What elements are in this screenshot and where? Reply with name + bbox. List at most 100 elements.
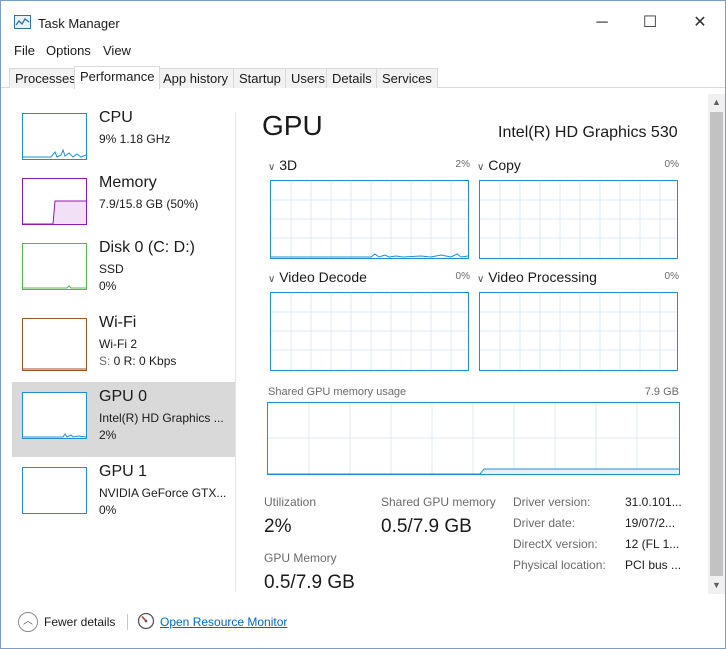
sidebar-item-detail: 7.9/15.8 GB (50%) (99, 197, 199, 211)
sidebar-item-detail: SSD (99, 262, 124, 276)
sidebar-item-throughput: S: 0 R: 0 Kbps (99, 354, 176, 368)
graph-video-decode-label[interactable]: ∨ Video Decode (268, 269, 367, 285)
tab-users[interactable]: Users (285, 68, 331, 88)
menu-bar: File Options View (1, 41, 725, 61)
driver-version-value: 31.0.101... (625, 495, 682, 509)
menu-view[interactable]: View (103, 43, 131, 58)
graph-3d (270, 180, 469, 259)
graph-copy-label[interactable]: ∨ Copy (477, 157, 521, 173)
graph-engine-name: Copy (488, 157, 521, 173)
window-title: Task Manager (38, 16, 120, 31)
title-bar: Task Manager ─ ☐ ✕ (1, 1, 725, 41)
graph-video-decode-percent: 0% (455, 271, 470, 282)
wifi-thumbnail-graph (22, 318, 87, 371)
sidebar-item-gpu-0[interactable]: GPU 0 Intel(R) HD Graphics ... 2% (12, 382, 236, 457)
utilization-value: 2% (264, 516, 292, 537)
scroll-down-arrow-icon[interactable]: ▼ (708, 577, 725, 594)
tab-strip: Processes Performance App history Startu… (9, 66, 725, 89)
footer-divider (127, 614, 128, 630)
sidebar-item-memory[interactable]: Memory 7.9/15.8 GB (50%) (12, 168, 236, 243)
graph-video-decode-plot (271, 293, 468, 370)
task-manager-icon (14, 15, 31, 29)
sidebar-item-usage: 0% (99, 279, 117, 293)
shared-memory-graph-label: Shared GPU memory usage (268, 386, 407, 398)
sidebar-item-wifi[interactable]: Wi-Fi Wi-Fi 2 S: 0 R: 0 Kbps (12, 308, 236, 383)
physical-location-label: Physical location: (513, 558, 606, 572)
maximize-button[interactable]: ☐ (627, 9, 673, 37)
graph-video-processing (479, 292, 678, 371)
tab-performance[interactable]: Performance (74, 66, 161, 89)
throughput-values: 0 R: 0 Kbps (113, 354, 177, 368)
sidebar-item-title: GPU 0 (99, 388, 148, 405)
chevron-down-icon: ∨ (477, 274, 485, 285)
memory-thumbnail-graph (22, 178, 87, 225)
graph-video-processing-plot (480, 293, 677, 370)
sidebar-item-title: CPU (99, 109, 133, 126)
driver-version-label: Driver version: (513, 495, 591, 509)
sidebar-item-disk[interactable]: Disk 0 (C: D:) SSD 0% (12, 233, 236, 308)
shared-memory-label: Shared GPU memory (381, 495, 496, 509)
sidebar-item-usage: 2% (99, 428, 117, 442)
driver-date-value: 19/07/2... (625, 516, 676, 530)
close-button[interactable]: ✕ (677, 9, 723, 37)
open-resource-monitor-link[interactable]: Open Resource Monitor (160, 615, 287, 629)
sidebar-item-detail: NVIDIA GeForce GTX... (99, 486, 227, 500)
graph-3d-label[interactable]: ∨ 3D (268, 157, 297, 173)
graph-copy-plot (480, 181, 677, 258)
graph-3d-plot (271, 181, 468, 258)
shared-memory-plot (268, 403, 679, 474)
sidebar-item-detail: Intel(R) HD Graphics ... (99, 411, 224, 425)
shared-memory-graph-max: 7.9 GB (644, 386, 679, 398)
gpu-device-name: Intel(R) HD Graphics 530 (498, 124, 678, 141)
sidebar-item-detail: Wi-Fi 2 (99, 337, 137, 351)
tab-startup[interactable]: Startup (233, 68, 287, 88)
graph-video-processing-label[interactable]: ∨ Video Processing (477, 269, 597, 285)
shared-memory-value: 0.5/7.9 GB (381, 516, 472, 537)
sidebar-item-title: Wi-Fi (99, 314, 137, 331)
shared-memory-graph (267, 402, 680, 475)
scrollbar-thumb[interactable] (710, 112, 723, 576)
chevron-down-icon: ∨ (477, 162, 485, 173)
graph-engine-name: 3D (279, 157, 298, 173)
chevron-up-icon[interactable]: ︿ (18, 612, 38, 632)
directx-version-label: DirectX version: (513, 537, 598, 551)
menu-file[interactable]: File (14, 43, 35, 58)
sidebar-item-cpu[interactable]: CPU 9% 1.18 GHz (12, 103, 236, 178)
chevron-down-icon: ∨ (268, 162, 276, 173)
gpu0-thumbnail-graph (22, 392, 87, 439)
graph-engine-name: Video Decode (279, 269, 367, 285)
minimize-button[interactable]: ─ (579, 9, 625, 37)
gpu1-thumbnail-graph (22, 467, 87, 514)
vertical-scrollbar[interactable]: ▲ ▼ (708, 94, 725, 594)
sidebar-item-gpu-1[interactable]: GPU 1 NVIDIA GeForce GTX... 0% (12, 457, 236, 532)
tab-details[interactable]: Details (326, 68, 378, 88)
scroll-up-arrow-icon[interactable]: ▲ (708, 94, 725, 111)
graph-video-decode (270, 292, 469, 371)
graph-copy (479, 180, 678, 259)
chevron-down-icon: ∨ (268, 274, 276, 285)
send-label: S: (99, 354, 114, 368)
menu-options[interactable]: Options (46, 43, 91, 58)
tab-app-history[interactable]: App history (157, 68, 235, 88)
utilization-label: Utilization (264, 495, 317, 509)
task-manager-window: Task Manager ─ ☐ ✕ File Options View Pro… (0, 0, 726, 649)
graph-3d-percent: 2% (455, 159, 470, 170)
sidebar-item-title: GPU 1 (99, 463, 148, 480)
tab-processes[interactable]: Processes (9, 68, 82, 88)
driver-date-label: Driver date: (513, 516, 576, 530)
fewer-details-button[interactable]: Fewer details (44, 615, 115, 629)
performance-sidebar: CPU 9% 1.18 GHz Memory 7.9/15.8 GB (50%)… (10, 98, 236, 594)
cpu-thumbnail-graph (22, 113, 87, 160)
graph-engine-name: Video Processing (488, 269, 597, 285)
physical-location-value: PCI bus ... (625, 558, 682, 572)
gpu-memory-value: 0.5/7.9 GB (264, 572, 355, 593)
sidebar-item-title: Disk 0 (C: D:) (99, 239, 195, 256)
directx-version-value: 12 (FL 1... (625, 537, 680, 551)
tab-services[interactable]: Services (376, 68, 438, 88)
sidebar-divider (235, 113, 236, 591)
gpu-memory-label: GPU Memory (264, 551, 337, 565)
sidebar-item-detail: 9% 1.18 GHz (99, 132, 171, 146)
graph-copy-percent: 0% (664, 159, 679, 170)
sidebar-item-title: Memory (99, 174, 157, 191)
page-title: GPU (262, 110, 323, 141)
